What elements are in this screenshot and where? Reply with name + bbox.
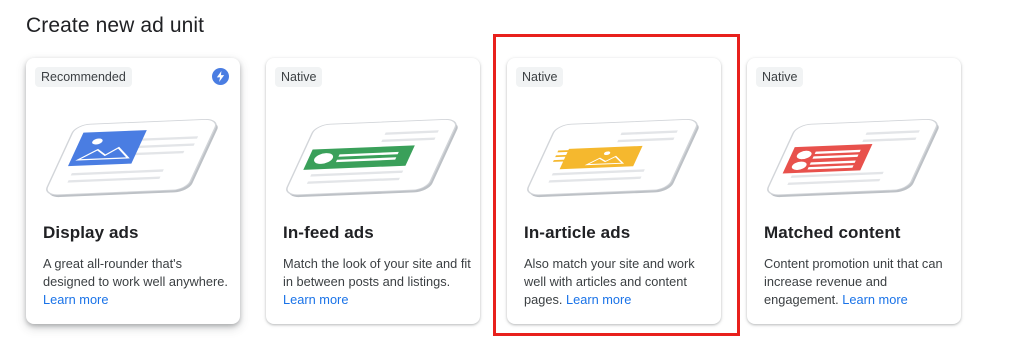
in-article-ads-card[interactable]: Native In-article ads Also match your si… [507, 58, 721, 324]
display-ads-illustration [46, 119, 218, 198]
card-title: Matched content [764, 223, 901, 242]
native-badge: Native [275, 67, 323, 87]
card-title: In-article ads [524, 223, 631, 242]
learn-more-link[interactable]: Learn more [566, 292, 631, 307]
recommended-badge: Recommended [35, 67, 132, 87]
card-description: Content promotion unit that can increase… [764, 256, 943, 307]
native-badge: Native [516, 67, 564, 87]
matched-content-card[interactable]: Native Matched content Content promotion… [747, 58, 961, 324]
lightning-bolt-icon [212, 68, 229, 85]
native-badge: Native [756, 67, 804, 87]
card-title: In-feed ads [283, 223, 374, 242]
card-description: Match the look of your site and fit in b… [283, 256, 471, 307]
learn-more-link[interactable]: Learn more [283, 292, 348, 307]
in-feed-ads-illustration [286, 119, 458, 198]
display-ads-card[interactable]: Recommended Display ads A great all-roun… [26, 58, 240, 324]
card-description: A great all-rounder that's designed to w… [43, 256, 228, 307]
matched-content-illustration [767, 119, 939, 198]
page-title: Create new ad unit [26, 14, 205, 37]
learn-more-link[interactable]: Learn more [43, 292, 108, 307]
learn-more-link[interactable]: Learn more [842, 292, 907, 307]
in-feed-ads-card[interactable]: Native In-feed ads Match the look of you… [266, 58, 480, 324]
card-description: Also match your site and work well with … [524, 256, 695, 307]
card-title: Display ads [43, 223, 139, 242]
in-article-ads-illustration [527, 119, 699, 198]
